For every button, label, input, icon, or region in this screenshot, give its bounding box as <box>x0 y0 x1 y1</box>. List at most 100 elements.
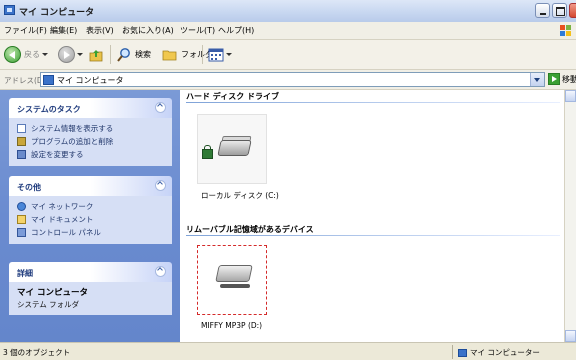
details-name: マイ コンピュータ <box>17 288 88 298</box>
place-my-network[interactable]: マイ ネットワーク <box>17 200 166 213</box>
removable-header: リムーバブル記憶域があるデバイス <box>186 225 314 234</box>
menu-tools[interactable]: ツール(T) <box>180 25 215 36</box>
back-label: 戻る <box>24 50 40 59</box>
up-folder-button[interactable] <box>88 44 104 65</box>
place-label: マイ ドキュメント <box>31 215 94 224</box>
menu-favorites[interactable]: お気に入り(A) <box>122 25 174 36</box>
task-change-settings[interactable]: 設定を変更する <box>17 148 166 161</box>
view-grid-icon <box>208 48 224 61</box>
collapse-chevron-icon[interactable] <box>155 102 166 113</box>
close-button[interactable] <box>569 3 576 18</box>
group-divider <box>186 235 560 236</box>
menu-edit[interactable]: 編集(E) <box>50 25 77 36</box>
computer-icon <box>43 75 54 85</box>
task-pane: システムのタスク システム情報を表示する プログラムの追加と削除 設定を変更する <box>0 90 180 342</box>
computer-icon <box>458 348 467 357</box>
file-list: ハード ディスク ドライブ ローカル ディスク (C:) リムーバブル記憶域があ… <box>180 90 564 342</box>
collapse-chevron-icon[interactable] <box>155 180 166 191</box>
address-input[interactable]: マイ コンピュータ <box>40 72 545 87</box>
system-info-icon <box>17 124 26 133</box>
toolbar: 戻る 検索 フォルダ <box>0 40 576 70</box>
menu-help[interactable]: ヘルプ(H) <box>218 25 254 36</box>
drive-d-selection-box <box>197 245 267 315</box>
other-places-header[interactable]: その他 <box>9 176 172 196</box>
drive-d[interactable]: MIFFY MP3P (D:) <box>197 245 287 335</box>
removable-drive-base <box>220 284 250 288</box>
views-button[interactable] <box>208 44 232 65</box>
details-title: 詳細 <box>17 269 33 278</box>
status-divider <box>452 345 453 359</box>
group-divider <box>186 102 560 103</box>
control-panel-icon <box>17 228 26 237</box>
details-type: システム フォルダ <box>17 300 80 309</box>
hard-drive-body <box>217 140 252 156</box>
details-panel: 詳細 マイ コンピュータ システム フォルダ <box>9 262 172 315</box>
drive-c-label: ローカル ディスク (C:) <box>201 191 279 200</box>
task-view-system-info[interactable]: システム情報を表示する <box>17 122 166 135</box>
windows-logo-icon <box>560 25 571 36</box>
place-my-documents[interactable]: マイ ドキュメント <box>17 213 166 226</box>
documents-folder-icon <box>17 215 26 224</box>
forward-button[interactable] <box>58 44 83 65</box>
folder-icon <box>162 50 177 60</box>
task-label: プログラムの追加と削除 <box>31 137 114 146</box>
toolbar-separator <box>202 45 203 64</box>
minimize-button[interactable] <box>535 3 550 18</box>
drive-d-label: MIFFY MP3P (D:) <box>201 321 263 330</box>
other-places-title: その他 <box>17 183 41 192</box>
system-tasks-header[interactable]: システムのタスク <box>9 98 172 118</box>
chevron-down-icon <box>42 53 48 56</box>
status-location-label: マイ コンピューター <box>470 348 540 357</box>
folders-button[interactable]: フォルダ <box>162 44 213 65</box>
search-label: 検索 <box>135 50 151 59</box>
hard-drives-header: ハード ディスク ドライブ <box>186 92 280 101</box>
address-dropdown-button[interactable] <box>530 73 544 86</box>
place-control-panel[interactable]: コントロール パネル <box>17 226 166 239</box>
window-title: マイ コンピュータ <box>19 8 95 18</box>
task-label: システム情報を表示する <box>31 124 114 133</box>
chevron-down-icon <box>77 53 83 56</box>
explorer-window: マイ コンピュータ ファイル(F) 編集(E) 表示(V) お気に入り(A) ツ… <box>0 0 576 360</box>
maximize-button[interactable] <box>552 3 567 18</box>
menu-file[interactable]: ファイル(F) <box>4 25 47 36</box>
address-bar: アドレス(D) マイ コンピュータ 移動 <box>0 70 576 90</box>
search-icon <box>117 47 130 62</box>
vertical-scrollbar[interactable] <box>564 90 576 342</box>
lock-icon <box>202 145 213 159</box>
task-add-remove-programs[interactable]: プログラムの追加と削除 <box>17 135 166 148</box>
scroll-up-button[interactable] <box>565 90 576 102</box>
back-button[interactable]: 戻る <box>4 44 48 65</box>
address-value: マイ コンピュータ <box>57 76 124 85</box>
status-bar: 3 個のオブジェクト マイ コンピューター <box>0 342 576 360</box>
scroll-down-button[interactable] <box>565 330 576 342</box>
network-icon <box>17 202 26 211</box>
task-label: 設定を変更する <box>31 150 84 159</box>
settings-icon <box>17 150 26 159</box>
collapse-chevron-icon[interactable] <box>155 266 166 277</box>
go-button[interactable]: 移動 <box>548 73 576 85</box>
toolbar-separator <box>110 45 111 64</box>
place-label: コントロール パネル <box>31 228 101 237</box>
object-count: 3 個のオブジェクト <box>3 348 71 357</box>
go-arrow-icon <box>548 73 560 85</box>
programs-icon <box>17 137 26 146</box>
removable-drive-icon <box>215 265 253 282</box>
system-tasks-panel: システムのタスク システム情報を表示する プログラムの追加と削除 設定を変更する <box>9 98 172 166</box>
place-label: マイ ネットワーク <box>31 202 94 211</box>
drive-c-icon-box <box>197 114 267 184</box>
title-bar[interactable]: マイ コンピュータ <box>0 0 576 23</box>
forward-arrow-icon <box>58 46 75 63</box>
go-label: 移動 <box>562 74 576 84</box>
system-tasks-body: システム情報を表示する プログラムの追加と削除 設定を変更する <box>9 118 172 166</box>
menu-view[interactable]: 表示(V) <box>86 25 114 36</box>
status-location: マイ コンピューター <box>458 347 540 358</box>
other-places-body: マイ ネットワーク マイ ドキュメント コントロール パネル <box>9 196 172 244</box>
system-tasks-title: システムのタスク <box>17 105 81 114</box>
computer-icon <box>4 5 15 15</box>
drive-c[interactable]: ローカル ディスク (C:) <box>197 114 287 204</box>
menu-bar: ファイル(F) 編集(E) 表示(V) お気に入り(A) ツール(T) ヘルプ(… <box>0 22 576 40</box>
details-header[interactable]: 詳細 <box>9 262 172 282</box>
folder-up-icon <box>89 49 103 61</box>
chevron-down-icon <box>226 53 232 56</box>
search-button[interactable]: 検索 <box>116 44 151 65</box>
